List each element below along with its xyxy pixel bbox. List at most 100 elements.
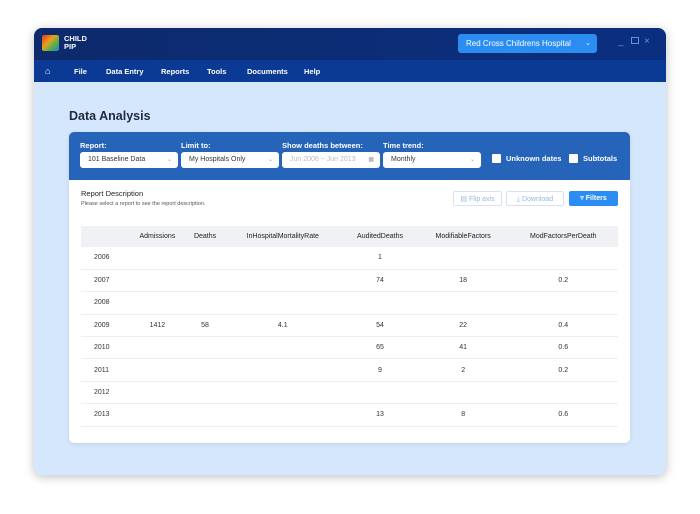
chevron-down-icon: ⌄	[585, 40, 591, 47]
hospital-name: Red Cross Childrens Hospital	[466, 39, 571, 48]
table-header: Admissions Deaths InHospitalMortalityRate A…	[81, 226, 618, 247]
menu-help[interactable]: Help	[304, 67, 320, 76]
table-cell	[508, 247, 618, 270]
table-cell	[186, 269, 224, 293]
filters-button[interactable]: ▿ Filters	[569, 191, 618, 206]
brand-line2: PIP	[64, 42, 77, 51]
table-cell: 0.6	[508, 336, 618, 360]
limit-label: Limit to:	[181, 141, 211, 150]
table-cell	[186, 403, 224, 427]
table-cell: 2	[417, 358, 509, 382]
report-select[interactable]: 101 Baseline Data ⌄	[80, 152, 178, 168]
menu-reports[interactable]: Reports	[161, 67, 189, 76]
column-header[interactable]: Admissions	[127, 226, 187, 247]
hospital-selector[interactable]: Red Cross Childrens Hospital ⌄	[458, 34, 597, 53]
year-cell: 2012	[81, 381, 128, 405]
column-header[interactable]: Deaths	[186, 226, 224, 247]
app-window: CHILD PIP Red Cross Childrens Hospital ⌄ _…	[34, 28, 666, 475]
table-cell: 41	[417, 336, 509, 360]
report-description-text: Please select a report to see the report…	[81, 201, 206, 207]
filter-bar: Report: 101 Baseline Data ⌄ Limit to: My …	[69, 132, 630, 180]
table-cell	[223, 403, 343, 427]
menu-data-entry[interactable]: Data Entry	[106, 67, 144, 76]
table-cell	[417, 247, 509, 270]
limit-select[interactable]: My Hospitals Only ⌄	[181, 152, 279, 168]
maximize-icon[interactable]	[631, 37, 639, 44]
year-cell: 2008	[81, 291, 128, 315]
table-row: 2009 1412 58 4.1 54 22 0.4	[81, 314, 618, 338]
table-cell	[186, 291, 224, 315]
table-row: 2012	[81, 381, 618, 405]
table-cell	[417, 291, 509, 315]
flip-axis-button[interactable]: ▤ Flip axis	[453, 191, 502, 206]
deaths-label: Show deaths between:	[282, 141, 363, 150]
menu-bar: ⌂ File Data Entry Reports Tools Document…	[34, 60, 666, 82]
table-cell	[223, 381, 343, 405]
child-pip-logo	[42, 35, 59, 51]
table-cell	[223, 291, 343, 315]
column-header[interactable]: ModFactorsPerDeath	[508, 226, 618, 247]
table-cell	[223, 336, 343, 360]
year-cell: 2009	[81, 314, 128, 338]
table-cell: 74	[342, 269, 418, 293]
menu-tools[interactable]: Tools	[207, 67, 226, 76]
table-cell	[223, 247, 343, 270]
date-range-input[interactable]: Jun 2006 ~ Jun 2013 ▦	[282, 152, 380, 168]
column-header[interactable]: AuditedDeaths	[342, 226, 418, 247]
table-cell	[127, 291, 187, 315]
column-header[interactable]: ModifiableFactors	[417, 226, 509, 247]
home-icon[interactable]: ⌂	[45, 66, 50, 76]
table-cell: 1	[342, 247, 418, 270]
flip-axis-label: Flip axis	[468, 196, 495, 203]
table-cell	[342, 381, 418, 405]
trend-label: Time trend:	[383, 141, 424, 150]
data-table: Admissions Deaths InHospitalMortalityRate A…	[81, 226, 618, 427]
table-cell	[127, 336, 187, 360]
download-button[interactable]: ⤓ Download	[506, 191, 564, 206]
report-description-title: Report Description	[81, 189, 144, 198]
report-value: 101 Baseline Data	[88, 156, 146, 163]
table-cell: 13	[342, 403, 418, 427]
menu-documents[interactable]: Documents	[247, 67, 288, 76]
table-cell	[127, 247, 187, 270]
trend-select[interactable]: Monthly ⌄	[383, 152, 481, 168]
column-header[interactable]: InHospitalMortalityRate	[223, 226, 343, 247]
minimize-icon[interactable]: _	[618, 36, 624, 47]
table-cell	[508, 291, 618, 315]
chevron-down-icon: ⌄	[469, 157, 475, 163]
limit-value: My Hospitals Only	[189, 156, 246, 163]
title-bar: CHILD PIP Red Cross Childrens Hospital ⌄ _…	[34, 28, 666, 60]
table-cell	[127, 381, 187, 405]
table-cell: 0.6	[508, 403, 618, 427]
unknown-dates-checkbox[interactable]: Unknown dates	[492, 154, 561, 163]
table-cell	[186, 358, 224, 382]
chevron-down-icon: ⌄	[166, 157, 172, 163]
table-cell	[508, 381, 618, 405]
table-row: 2013 13 8 0.6	[81, 403, 618, 427]
menu-file[interactable]: File	[74, 67, 87, 76]
table-cell	[417, 381, 509, 405]
download-label: Download	[521, 196, 554, 203]
close-icon[interactable]: ×	[644, 36, 650, 47]
table-cell	[127, 269, 187, 293]
column-header[interactable]	[81, 226, 128, 247]
table-row: 2010 65 41 0.6	[81, 336, 618, 360]
table-row: 2007 74 18 0.2	[81, 269, 618, 293]
subtotals-checkbox[interactable]: Subtotals	[569, 154, 617, 163]
checkbox-box[interactable]	[569, 154, 578, 163]
table-cell	[127, 403, 187, 427]
table-cell	[223, 358, 343, 382]
table-cell: 0.2	[508, 358, 618, 382]
table-cell: 18	[417, 269, 509, 293]
report-label: Report:	[80, 141, 107, 150]
table-cell: 65	[342, 336, 418, 360]
table-cell: 0.2	[508, 269, 618, 293]
year-cell: 2006	[81, 247, 128, 270]
table-cell	[342, 291, 418, 315]
unknown-dates-label: Unknown dates	[506, 154, 562, 163]
table-cell	[223, 269, 343, 293]
report-card: Report: 101 Baseline Data ⌄ Limit to: My …	[69, 132, 630, 443]
checkbox-box[interactable]	[492, 154, 501, 163]
table-cell	[186, 247, 224, 270]
table-row: 2008	[81, 291, 618, 315]
